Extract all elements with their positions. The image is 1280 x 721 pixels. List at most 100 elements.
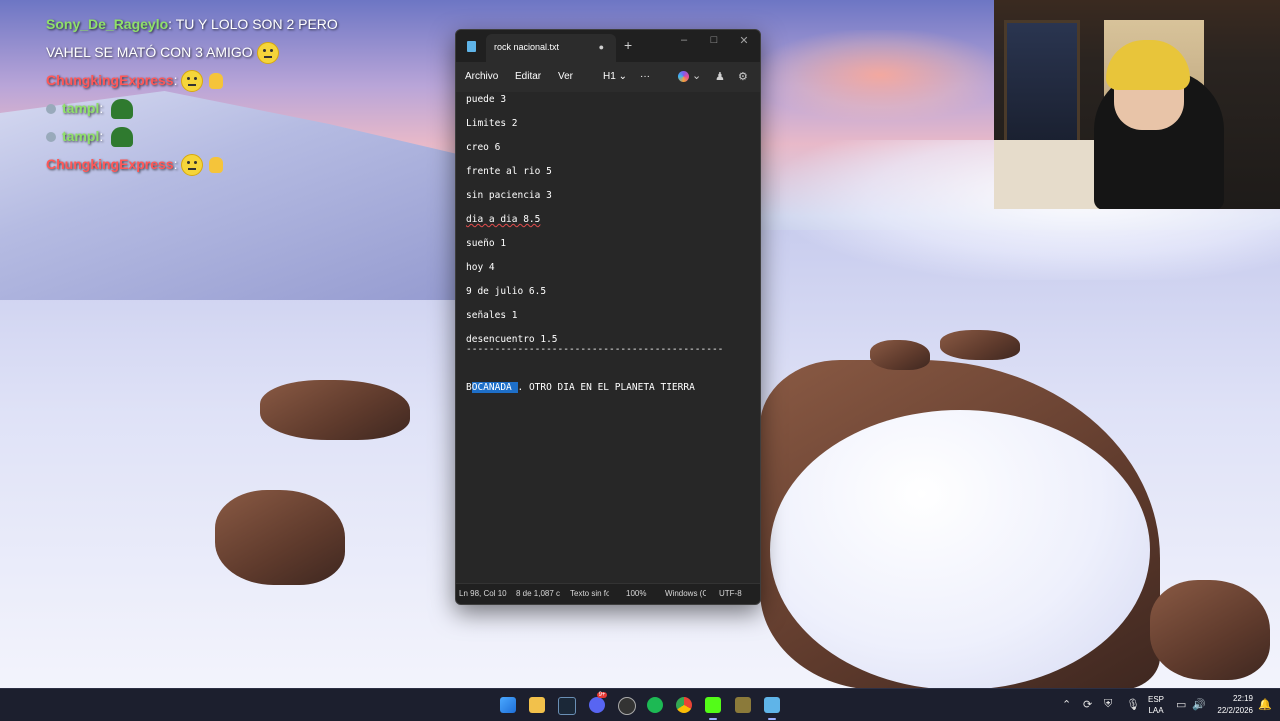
title-bar[interactable]: rock nacional.txt ● + – □ ✕ [456, 30, 760, 62]
chrome-icon[interactable] [676, 697, 692, 713]
more-options-button[interactable]: ··· [640, 71, 650, 82]
text-line: frente al rio 5 [466, 166, 552, 177]
maximize-button[interactable]: □ [704, 34, 724, 46]
snow-drift [770, 410, 1150, 690]
minimize-button[interactable]: – [674, 34, 694, 46]
menu-edit[interactable]: Editar [515, 71, 541, 82]
chat-text: : [173, 72, 178, 88]
text-line: sueño 1 [466, 238, 507, 249]
frog-emoji-icon [111, 127, 134, 148]
chat-message: tampl: [46, 122, 446, 150]
chat-text: : [99, 100, 104, 116]
clock-time[interactable]: 22:19 [1208, 694, 1253, 703]
settings-gear-icon[interactable]: ⚙ [738, 70, 748, 83]
encoding[interactable]: UTF-8 [719, 589, 749, 598]
steam-icon[interactable] [558, 697, 576, 715]
zoom-level[interactable]: 100% [626, 589, 651, 598]
account-icon[interactable]: ♟ [715, 70, 725, 83]
text-line: sin paciencia 3 [466, 190, 552, 201]
emoji-icon [256, 42, 279, 65]
line-ending[interactable]: Windows (C [665, 589, 706, 598]
hand-emoji-icon [209, 157, 224, 174]
chat-text: VAHEL SE MATÓ CON 3 AMIGO [46, 44, 253, 60]
rock [1150, 580, 1270, 680]
text-line: puede 3 [466, 94, 507, 105]
chat-text: : [99, 128, 104, 144]
chat-message-continuation: VAHEL SE MATÓ CON 3 AMIGO [46, 38, 446, 66]
start-windows-icon[interactable] [500, 697, 516, 713]
close-button[interactable]: ✕ [734, 34, 754, 47]
chevron-down-icon: ⌄ [618, 71, 627, 82]
file-explorer-icon[interactable] [529, 697, 545, 713]
tab-rock-nacional[interactable]: rock nacional.txt ● [486, 34, 616, 62]
notepad-app-icon [467, 41, 476, 52]
chat-username: ChungkingExpress [46, 72, 174, 88]
chat-text: : TU Y LOLO SON 2 PERO [168, 16, 338, 32]
heading-label: H1 [603, 71, 616, 82]
chat-username: tampl [62, 100, 100, 116]
chat-text: : [173, 156, 178, 172]
unsaved-indicator-icon[interactable]: ● [599, 42, 604, 52]
microphone-icon[interactable]: 🎙 [1126, 698, 1140, 711]
input-language[interactable]: ESP [1146, 695, 1166, 704]
game-icon[interactable] [735, 697, 751, 713]
text-line: señales 1 [466, 310, 518, 321]
shield-icon[interactable]: ⛨ [1104, 698, 1112, 711]
sync-icon[interactable]: ⟳ [1083, 698, 1092, 711]
chevron-down-icon[interactable]: ⌄ [692, 69, 701, 82]
menu-view[interactable]: Ver [558, 71, 573, 82]
show-hidden-icons-chevron-icon[interactable]: ⌃ [1062, 698, 1071, 711]
chat-message: tampl: [46, 94, 446, 122]
chat-message: ChungkingExpress: [46, 150, 446, 178]
new-tab-button[interactable]: + [624, 37, 632, 53]
text-before-selection: B [466, 382, 472, 393]
rock [215, 490, 345, 585]
webcam-overlay [994, 0, 1280, 209]
frog-emoji-icon [111, 99, 134, 120]
emoji-icon [181, 154, 204, 177]
notepad-taskbar-icon[interactable] [764, 697, 780, 713]
stream-chat: Sony_De_Rageylo: TU Y LOLO SON 2 PERO VA… [46, 10, 446, 178]
kick-icon[interactable] [705, 697, 721, 713]
copilot-icon[interactable] [678, 71, 689, 82]
current-text-line: BOCANADA . OTRO DIA EN EL PLANETA TIERRA [466, 382, 695, 393]
chat-username: ChungkingExpress [46, 156, 174, 172]
sunset-glow [760, 30, 1000, 120]
badge-icon [46, 104, 56, 115]
rock [260, 380, 410, 440]
volume-icon[interactable]: 🔊 [1192, 698, 1206, 711]
text-after-selection: . OTRO DIA EN EL PLANETA TIERRA [517, 382, 695, 393]
separator-line: ----------------------------------------… [466, 344, 724, 355]
rock [870, 340, 930, 370]
notepad-window[interactable]: rock nacional.txt ● + – □ ✕ Archivo Edit… [455, 29, 761, 605]
emoji-icon [181, 70, 204, 93]
status-bar: Ln 98, Col 10 8 de 1,087 c Texto sin fo … [456, 583, 760, 604]
cursor-position: Ln 98, Col 10 [459, 589, 507, 598]
chat-username: tampl [62, 128, 100, 144]
discord-icon[interactable] [589, 697, 605, 713]
chat-message: Sony_De_Rageylo: TU Y LOLO SON 2 PERO [46, 10, 446, 38]
webcam-couch [994, 140, 1104, 209]
tab-title: rock nacional.txt [494, 42, 560, 52]
heading-dropdown[interactable]: H1 ⌄ [603, 71, 627, 82]
text-line: hoy 4 [466, 262, 495, 273]
spotify-icon[interactable] [647, 697, 663, 713]
text-line: creo 6 [466, 142, 501, 153]
menu-file[interactable]: Archivo [465, 71, 498, 82]
keyboard-layout[interactable]: LAA [1146, 706, 1166, 715]
chat-username: Sony_De_Rageylo [46, 16, 169, 32]
hand-emoji-icon [209, 73, 224, 90]
chat-message: ChungkingExpress: [46, 66, 446, 94]
discord-notification-badge: 9+ [597, 692, 607, 698]
text-line: 9 de julio 6.5 [466, 286, 547, 297]
clock-date[interactable]: 22/2/2026 [1208, 706, 1253, 715]
text-editor[interactable]: puede 3 Limites 2 creo 6 frente al rio 5… [456, 92, 760, 582]
text-line-spellcheck: dia a dia 8.5 [466, 214, 541, 225]
character-count: 8 de 1,087 c [516, 589, 561, 598]
obs-icon[interactable] [618, 697, 636, 715]
taskbar: 9+ ⌃ ⟳ ⛨ 🎙 ESP LAA ▭ 🔊 22:19 22/2/2026 🔔 [0, 688, 1280, 721]
text-format[interactable]: Texto sin fo [570, 589, 609, 598]
network-icon[interactable]: ▭ [1176, 698, 1186, 711]
webcam-background-window [1004, 20, 1080, 146]
notifications-icon[interactable]: 🔔 [1258, 698, 1272, 711]
